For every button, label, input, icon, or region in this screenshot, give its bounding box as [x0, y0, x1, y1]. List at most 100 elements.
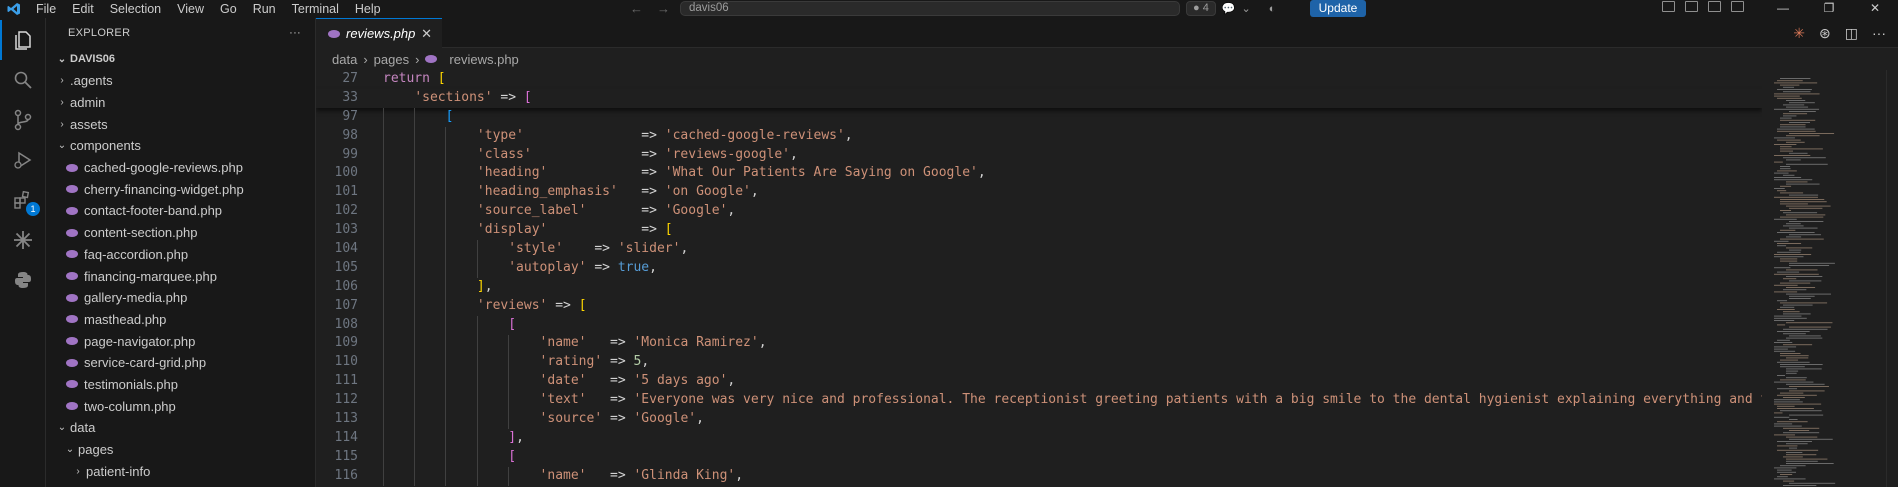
- breadcrumb-separator-icon: ›: [415, 51, 420, 67]
- folder-item[interactable]: ⌄ pages: [46, 439, 315, 461]
- toggle-sidebar-icon[interactable]: [1685, 1, 1698, 12]
- ai-assistant-icon[interactable]: [0, 220, 46, 260]
- menu-selection[interactable]: Selection: [102, 0, 169, 18]
- chevron-right-icon: ›: [60, 97, 64, 109]
- minimap-line: [1774, 317, 1807, 319]
- menu-go[interactable]: Go: [212, 0, 245, 18]
- file-item[interactable]: cached-google-reviews.php: [46, 157, 315, 179]
- python-icon[interactable]: [0, 260, 46, 300]
- minimap-line: [1774, 350, 1796, 352]
- minimap-line: [1786, 458, 1828, 460]
- close-tab-icon[interactable]: ✕: [421, 26, 432, 42]
- code-token: =>: [586, 373, 634, 389]
- minimap-line: [1780, 282, 1811, 284]
- more-actions-icon[interactable]: ···: [1872, 25, 1886, 42]
- menu-help[interactable]: Help: [347, 0, 389, 18]
- extensions-icon[interactable]: 1: [0, 180, 46, 220]
- menu-run[interactable]: Run: [245, 0, 284, 18]
- menu-edit[interactable]: Edit: [64, 0, 102, 18]
- code-token: 'cached-google-reviews': [664, 127, 845, 143]
- file-item[interactable]: financing-marquee.php: [46, 265, 315, 287]
- breadcrumb-item[interactable]: data: [332, 52, 357, 67]
- minimap-line: [1774, 179, 1813, 181]
- file-item[interactable]: content-section.php: [46, 222, 315, 244]
- file-item[interactable]: masthead.php: [46, 309, 315, 331]
- close-window-icon[interactable]: ✕: [1852, 0, 1898, 17]
- minimap-line: [1777, 139, 1801, 141]
- tab-bar: reviews.php ✕ ✳ ⊛ ◫ ···: [316, 18, 1898, 48]
- file-item[interactable]: faq-accordion.php: [46, 244, 315, 266]
- copilot-icon[interactable]: ◐: [1269, 3, 1276, 15]
- code-token: =>: [586, 335, 634, 351]
- folder-item[interactable]: › patient-info: [46, 460, 315, 482]
- more-actions-icon[interactable]: ···: [289, 27, 301, 39]
- toggle-panel-icon[interactable]: [1708, 1, 1721, 12]
- tree-item-label: masthead.php: [84, 311, 167, 327]
- menu-file[interactable]: File: [28, 0, 64, 18]
- code-token: 'name': [539, 467, 587, 483]
- minimap-line: [1786, 463, 1834, 464]
- minimize-icon[interactable]: —: [1760, 0, 1806, 17]
- code-token: return: [383, 71, 430, 86]
- file-item[interactable]: testimonials.php: [46, 374, 315, 396]
- minimap-line: [1789, 295, 1815, 297]
- code-token: =>: [586, 467, 634, 483]
- file-item[interactable]: service-card-grid.php: [46, 352, 315, 374]
- tree-item-label: gallery-media.php: [84, 290, 188, 306]
- accounts-pill[interactable]: ● 4: [1186, 1, 1216, 16]
- folder-item[interactable]: › assets: [46, 113, 315, 135]
- file-item[interactable]: cherry-financing-widget.php: [46, 178, 315, 200]
- folder-item[interactable]: › admin: [46, 92, 315, 114]
- split-editor-icon[interactable]: ◫: [1845, 25, 1858, 42]
- file-item[interactable]: two-column.php: [46, 395, 315, 417]
- back-arrow-icon[interactable]: ←: [630, 0, 643, 17]
- forward-arrow-icon[interactable]: →: [657, 0, 670, 17]
- folder-item[interactable]: ⌄ components: [46, 135, 315, 157]
- code-token: ,: [649, 259, 657, 275]
- workspace-root[interactable]: ⌄ DAVIS06: [46, 48, 315, 70]
- code-editor[interactable]: 27 return [33 'sections' => [97 [98 'type…: [316, 70, 1762, 487]
- line-source: 'style' => 'slider',: [383, 240, 688, 259]
- line-number: 102: [334, 203, 358, 219]
- command-center-search[interactable]: davis06: [680, 1, 1180, 16]
- run-debug-icon[interactable]: [0, 140, 46, 180]
- breadcrumb-item[interactable]: pages: [374, 52, 409, 67]
- update-button[interactable]: Update: [1310, 0, 1366, 17]
- code-token: ,: [790, 146, 798, 162]
- workspace-root-label: DAVIS06: [70, 53, 116, 65]
- minimap-line: [1783, 115, 1797, 117]
- indent-guide: [507, 466, 509, 486]
- layout-customize-icon[interactable]: [1662, 1, 1675, 12]
- line-source: 'name' => 'Monica Ramirez',: [383, 334, 767, 353]
- explorer-icon[interactable]: [0, 20, 46, 60]
- indent-guide: [507, 334, 509, 430]
- tree-item-label: content-section.php: [84, 225, 198, 241]
- file-item[interactable]: gallery-media.php: [46, 287, 315, 309]
- file-item[interactable]: contact-footer-band.php: [46, 200, 315, 222]
- line-source: [: [383, 448, 516, 467]
- source-control-icon[interactable]: [0, 100, 46, 140]
- code-token: =>: [586, 203, 665, 219]
- breadcrumb-item[interactable]: reviews.php: [449, 52, 518, 67]
- minimap[interactable]: [1764, 70, 1886, 487]
- folder-item[interactable]: ⌄ data: [46, 417, 315, 439]
- line-number: 100: [334, 165, 358, 181]
- vertical-scrollbar[interactable]: [1886, 70, 1898, 487]
- file-item[interactable]: page-navigator.php: [46, 330, 315, 352]
- search-icon[interactable]: [0, 60, 46, 100]
- minimap-line: [1774, 284, 1798, 286]
- minimap-line: [1774, 346, 1797, 348]
- menu-view[interactable]: View: [169, 0, 212, 18]
- chat-icon[interactable]: 💬: [1222, 2, 1236, 15]
- openai-icon[interactable]: ⊛: [1819, 25, 1831, 42]
- tab-reviews-php[interactable]: reviews.php ✕: [316, 18, 442, 48]
- menu-terminal[interactable]: Terminal: [284, 0, 347, 18]
- restore-icon[interactable]: ❐: [1806, 0, 1852, 17]
- toggle-secondary-sidebar-icon[interactable]: [1731, 1, 1744, 12]
- folder-item[interactable]: › .agents: [46, 70, 315, 92]
- claude-icon[interactable]: ✳: [1793, 25, 1805, 42]
- chevron-down-icon[interactable]: ⌄: [1242, 2, 1251, 15]
